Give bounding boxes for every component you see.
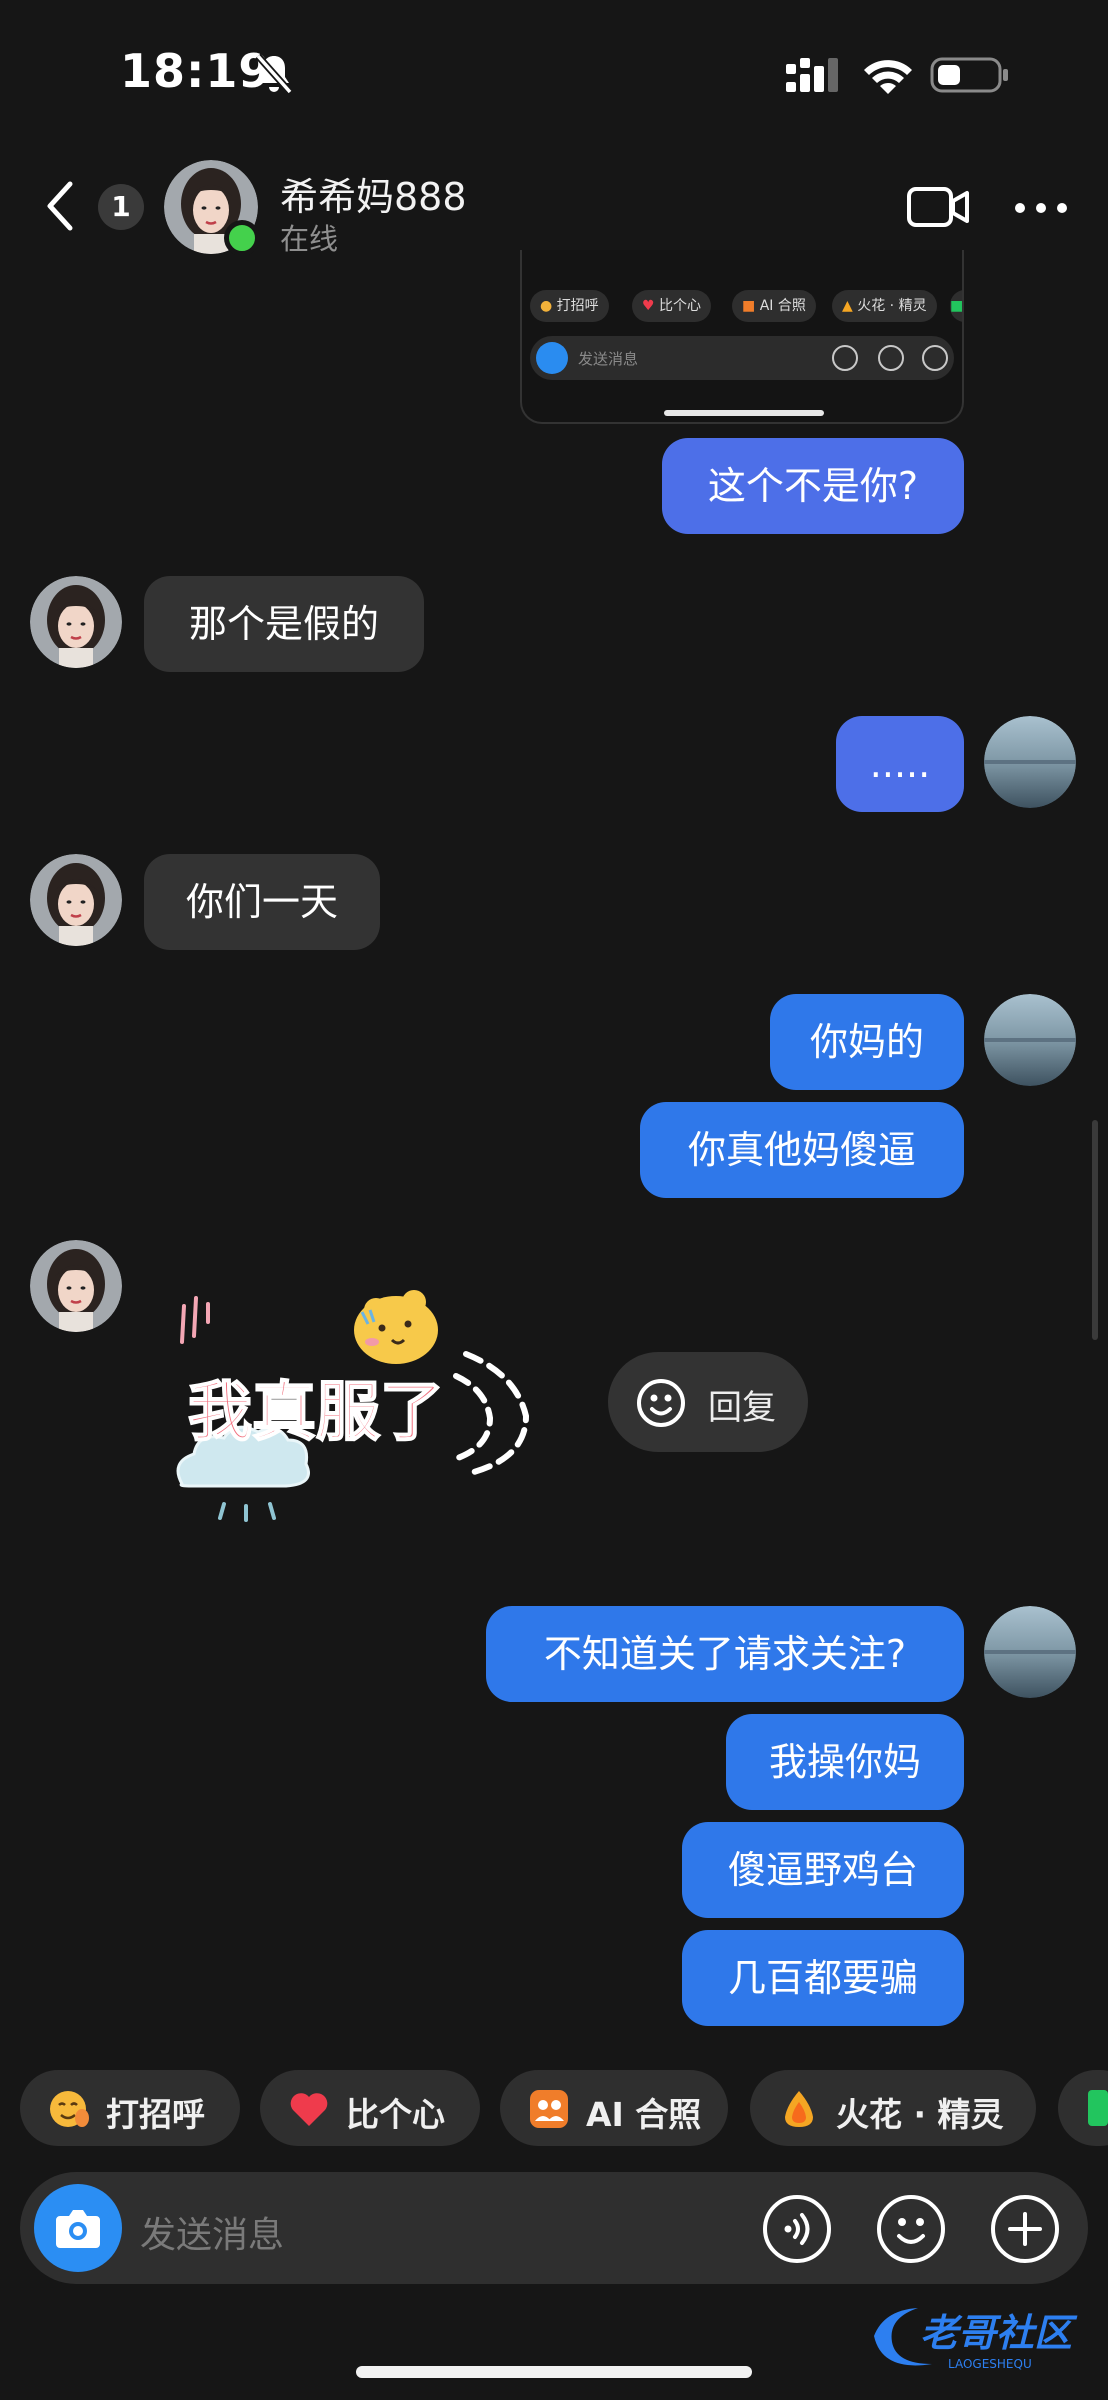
chip-ai-photo[interactable]: AI 合照 — [500, 2070, 728, 2146]
sticker-text: 我真服了 — [188, 1376, 444, 1450]
voice-icon — [832, 345, 858, 371]
heart-icon — [290, 2093, 328, 2126]
chip-label: 打招呼 — [106, 2095, 205, 2134]
chat-header: 1 希希妈888 在线 — [0, 150, 1108, 266]
message-bubble-outgoing[interactable]: 你妈的 — [770, 994, 964, 1090]
battery-icon — [930, 57, 1008, 93]
screenshot-input-bar: 发送消息 — [530, 336, 954, 380]
screenshot-chip: ■ AI 合照 — [732, 290, 816, 322]
message-input[interactable]: 发送消息 — [140, 2206, 284, 2258]
contact-avatar-small[interactable] — [30, 1240, 122, 1332]
watermark-text: 老哥社区 — [920, 2311, 1078, 2355]
plus-icon — [922, 345, 948, 371]
chip-more[interactable] — [1058, 2070, 1108, 2146]
my-avatar[interactable] — [984, 716, 1076, 808]
message-bubble-outgoing[interactable]: 这个不是你? — [662, 438, 964, 534]
chip-label: 火花 · 精灵 — [836, 2095, 1004, 2134]
chip-wave[interactable]: 打招呼 — [20, 2070, 240, 2146]
chip-label: AI 合照 — [586, 2095, 702, 2134]
chip-spark-sprite[interactable]: 火花 · 精灵 — [750, 2070, 1036, 2146]
home-indicator[interactable] — [356, 2366, 752, 2378]
chip-green-icon — [1088, 2090, 1108, 2126]
camera-icon — [536, 342, 568, 374]
watermark-logo: 老哥社区 LAOGESHEQU — [874, 2308, 1078, 2371]
message-bubble-outgoing[interactable]: 几百都要骗 — [682, 1930, 964, 2026]
screenshot-home-indicator — [664, 410, 824, 416]
more-options-button[interactable] — [1012, 198, 1070, 218]
plus-button[interactable] — [990, 2194, 1060, 2264]
message-input-bar: 发送消息 — [20, 2172, 1088, 2284]
contact-name[interactable]: 希希妈888 — [280, 166, 467, 221]
sticker-message[interactable]: 我真服了 — [166, 1262, 566, 1522]
signal-icon — [786, 58, 838, 92]
spark-sprite-icon — [785, 2091, 813, 2127]
smiley-icon — [637, 1379, 685, 1427]
screenshot-chip: ▲ 火花 · 精灵 — [832, 290, 937, 322]
emoji-button[interactable] — [876, 2194, 946, 2264]
status-bar: 18:19 — [0, 0, 1108, 140]
shared-screenshot-card[interactable]: ● 打招呼 ♥ 比个心 ■ AI 合照 ▲ 火花 · 精灵 ■ 发送消息 — [520, 250, 964, 424]
contact-avatar-small[interactable] — [30, 576, 122, 668]
unread-badge: 1 — [98, 184, 144, 230]
my-avatar[interactable] — [984, 994, 1076, 1086]
status-time: 18:19 — [120, 44, 272, 98]
back-button[interactable] — [36, 176, 84, 236]
screenshot-chip: ● 打招呼 — [530, 290, 609, 322]
reply-label: 回复 — [708, 1388, 776, 1428]
wave-emoji-icon — [50, 2091, 89, 2127]
contact-avatar-small[interactable] — [30, 854, 122, 946]
video-call-button[interactable] — [906, 182, 970, 232]
voice-message-button[interactable] — [762, 2194, 832, 2264]
contact-status: 在线 — [280, 222, 339, 256]
scrollbar[interactable] — [1092, 1120, 1098, 1340]
chip-heart[interactable]: 比个心 — [260, 2070, 480, 2146]
message-bubble-outgoing[interactable]: 你真他妈傻逼 — [640, 1102, 964, 1198]
camera-button[interactable] — [34, 2184, 122, 2272]
message-bubble-incoming[interactable]: 那个是假的 — [144, 576, 424, 672]
message-bubble-outgoing[interactable]: 傻逼野鸡台 — [682, 1822, 964, 1918]
wifi-icon — [864, 60, 912, 94]
screenshot-chip-row: ● 打招呼 ♥ 比个心 ■ AI 合照 ▲ 火花 · 精灵 ■ — [530, 290, 962, 324]
message-bubble-incoming[interactable]: 你们一天 — [144, 854, 380, 950]
my-avatar[interactable] — [984, 1606, 1076, 1698]
screenshot-chip: ♥ 比个心 — [632, 290, 712, 322]
camera-icon — [56, 2210, 100, 2248]
ai-photo-icon — [530, 2090, 568, 2128]
watermark-subtext: LAOGESHEQU — [948, 2357, 1032, 2371]
reply-button[interactable]: 回复 — [608, 1352, 808, 1452]
screenshot-chip: ■ — [950, 290, 962, 322]
emoji-icon — [878, 345, 904, 371]
message-bubble-outgoing[interactable]: ..... — [836, 716, 964, 812]
screenshot-input-placeholder: 发送消息 — [578, 350, 639, 368]
bell-off-icon — [255, 53, 293, 95]
chip-label: 比个心 — [346, 2095, 445, 2134]
message-bubble-outgoing[interactable]: 我操你妈 — [726, 1714, 964, 1810]
online-status-dot — [224, 220, 260, 256]
quick-reply-chips: 打招呼 比个心 AI 合照 火花 · 精灵 — [0, 2070, 1108, 2146]
message-bubble-outgoing[interactable]: 不知道关了请求关注? — [486, 1606, 964, 1702]
